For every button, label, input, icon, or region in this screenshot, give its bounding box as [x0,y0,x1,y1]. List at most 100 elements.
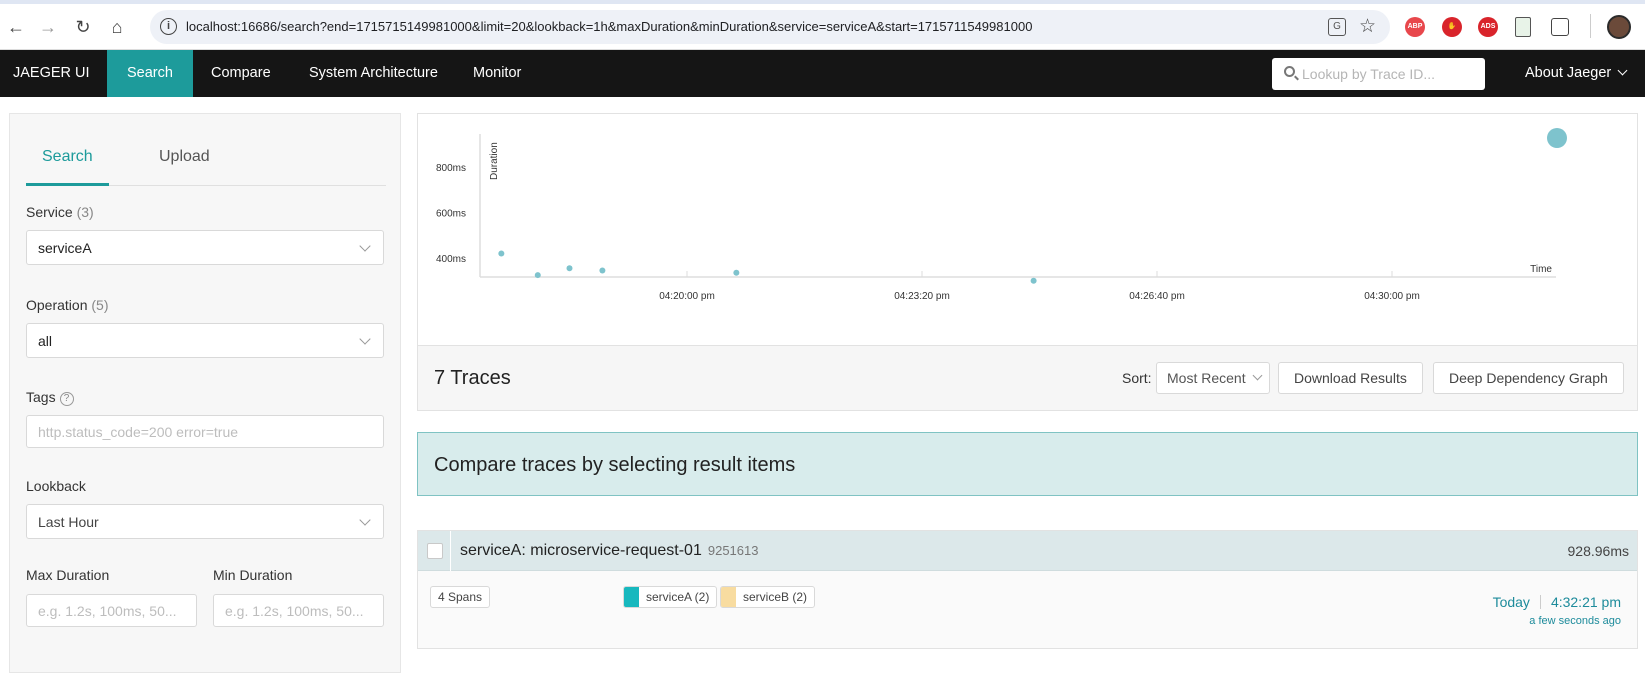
trace-scatter-plot: 400ms 600ms 800ms 04:20:00 pm 04:23:20 pm 04:… [417,113,1638,346]
scatter-svg[interactable]: 400ms 600ms 800ms 04:20:00 pm 04:23:20 pm 04:… [418,114,1639,347]
sheets-extension-icon[interactable] [1515,17,1531,37]
trace-time: 4:32:21 pm [1550,594,1621,610]
download-results-button[interactable]: Download Results [1278,362,1423,394]
url-text[interactable]: localhost:16686/search?end=1715715149981… [186,19,1032,34]
service-count: (3) [76,204,94,220]
data-point [1547,128,1567,148]
divider [1539,595,1541,609]
search-tabs: Search Upload [26,114,386,186]
service-tag-serviceb: serviceB (2) [720,586,816,608]
data-point [599,267,606,274]
search-icon [1284,66,1295,77]
operation-count: (5) [91,297,109,313]
trace-date: Today [1492,594,1530,610]
compare-banner-text: Compare traces by selecting result items [434,454,796,476]
nav-search[interactable]: Search [107,50,193,97]
trace-lookup[interactable] [1272,58,1485,90]
tab-search[interactable]: Search [42,148,93,166]
data-point [1030,277,1037,284]
extensions-puzzle-icon[interactable] [1551,18,1569,36]
translate-icon[interactable]: G [1328,18,1346,36]
stop-hand-icon[interactable]: ✋ [1442,17,1462,37]
nav-compare[interactable]: Compare [191,50,291,97]
data-point [566,265,573,272]
y-axis-label: Duration [489,142,500,180]
trace-id-input[interactable] [1302,64,1477,84]
trace-title[interactable]: serviceA: microservice-request-01 9251613 [460,542,758,560]
trace-count: 7 Traces [434,367,511,389]
x-tick-label: 04:30:00 pm [1364,291,1420,302]
trace-duration: 928.96ms [1567,543,1629,559]
results-header: 7 Traces Sort: Most Recent Download Resu… [417,346,1638,411]
operation-select[interactable]: all [26,323,384,358]
tags-label: Tags? [26,389,74,407]
data-point [534,272,541,279]
trace-result-item[interactable]: serviceA: microservice-request-01 9251613… [417,530,1638,649]
sort-select[interactable]: Most Recent [1156,362,1270,394]
select-cell [418,531,451,571]
chevron-down-icon [359,333,371,345]
y-tick-label: 800ms [436,163,466,174]
compare-banner: Compare traces by selecting result items [417,432,1638,496]
help-icon[interactable]: ? [59,392,74,406]
tab-strip-edge [0,0,1645,4]
profile-avatar[interactable] [1607,15,1631,39]
reload-icon[interactable]: ↻ [72,16,94,38]
search-form: Search Upload Service (3) serviceA Opera… [9,113,401,673]
lookback-select[interactable]: Last Hour [26,504,384,539]
service-color-swatch [624,587,639,607]
chevron-down-icon [1617,65,1628,76]
tab-upload[interactable]: Upload [159,148,210,166]
ads-icon[interactable]: ADS [1478,17,1498,37]
tags-input[interactable] [26,415,384,448]
sort-value: Most Recent [1167,370,1246,386]
data-point [498,250,505,257]
about-jaeger-menu[interactable]: About Jaeger [1525,50,1628,97]
nav-monitor[interactable]: Monitor [453,50,541,97]
home-icon[interactable]: ⌂ [106,16,128,38]
top-nav: JAEGER UI Search Compare System Architec… [0,50,1645,97]
service-label: Service (3) [26,204,94,220]
span-count-badge: 4 Spans [430,586,491,608]
forward-arrow-icon[interactable]: → [37,16,59,38]
x-tick-label: 04:20:00 pm [659,291,715,302]
service-color-swatch [721,587,736,607]
operation-value: all [38,333,53,349]
lookback-value: Last Hour [38,514,99,530]
trace-name: serviceA: microservice-request-01 [460,542,702,559]
trace-select-checkbox[interactable] [427,543,443,559]
service-tag-servicea: serviceA (2) [623,586,718,608]
data-point [733,269,740,276]
lookback-label: Lookback [26,478,86,494]
brand-logo[interactable]: JAEGER UI [13,50,90,97]
chevron-down-icon [1252,370,1263,381]
y-tick-label: 400ms [436,254,466,265]
trace-relative-time: a few seconds ago [1529,615,1621,627]
bookmark-star-icon[interactable]: ☆ [1359,15,1376,38]
about-label: About Jaeger [1525,65,1612,81]
site-info-icon[interactable]: i [160,18,177,35]
chevron-down-icon [359,240,371,252]
chevron-down-icon [359,514,371,526]
min-duration-label: Min Duration [213,567,293,583]
active-tab-indicator [26,183,109,186]
max-duration-input[interactable] [26,594,197,627]
trace-id: 9251613 [707,543,759,558]
abp-icon[interactable]: ABP [1405,17,1425,37]
service-value: serviceA [38,240,92,256]
nav-system-architecture[interactable]: System Architecture [289,50,458,97]
trace-timestamp: Today 4:32:21 pm [1493,593,1621,610]
operation-label: Operation (5) [26,297,109,313]
trace-header[interactable]: serviceA: microservice-request-01 9251613… [418,531,1637,571]
x-tick-label: 04:23:20 pm [894,291,950,302]
deep-dependency-graph-button[interactable]: Deep Dependency Graph [1433,362,1624,394]
x-axis-label: Time [1530,264,1552,275]
sort-label: Sort: [1122,370,1152,386]
back-arrow-icon[interactable]: ← [5,16,27,38]
service-select[interactable]: serviceA [26,230,384,265]
min-duration-input[interactable] [213,594,384,627]
x-tick-label: 04:26:40 pm [1129,291,1185,302]
browser-toolbar: ← → ↻ ⌂ i localhost:16686/search?end=171… [0,0,1645,50]
address-bar[interactable]: i localhost:16686/search?end=17157151499… [150,10,1390,44]
toolbar-divider [1590,14,1591,38]
